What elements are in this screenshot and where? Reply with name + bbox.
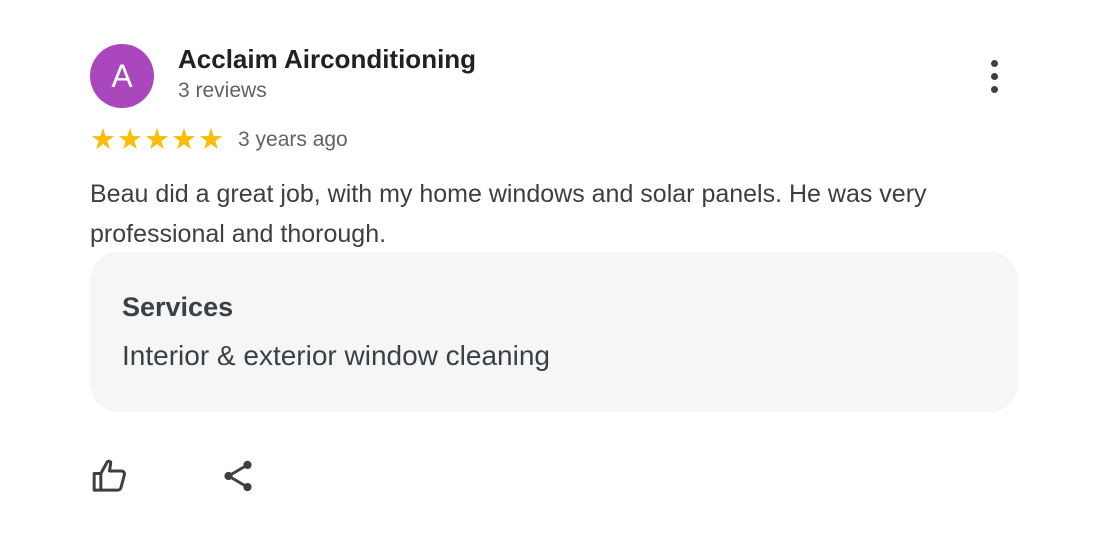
author-name[interactable]: Acclaim Airconditioning xyxy=(178,44,476,75)
services-title: Services xyxy=(122,292,234,322)
more-vert-icon xyxy=(990,59,998,67)
star-rating: ★ ★ ★ ★ ★ xyxy=(90,124,224,156)
review-time: 3 years ago xyxy=(238,128,348,151)
review-text: Beau did a great job, with my home windo… xyxy=(90,180,927,248)
share-icon xyxy=(224,460,252,492)
avatar-letter: A xyxy=(111,57,133,94)
like-button[interactable] xyxy=(86,452,134,500)
more-vert-icon-dot xyxy=(990,85,998,93)
star-icon: ★ xyxy=(198,124,224,156)
more-options-button[interactable] xyxy=(976,56,1012,96)
thumb-up-icon xyxy=(92,459,126,492)
review-count[interactable]: 3 reviews xyxy=(178,79,267,103)
star-icon: ★ xyxy=(144,124,170,156)
rating-row: ★ ★ ★ ★ ★ 3 years ago xyxy=(90,124,348,156)
star-icon: ★ xyxy=(117,124,143,156)
services-value: Interior & exterior window cleaning xyxy=(122,340,550,371)
avatar[interactable]: A xyxy=(90,44,154,108)
services-card: Services Interior & exterior window clea… xyxy=(90,252,1018,412)
star-icon: ★ xyxy=(90,124,116,156)
share-button[interactable] xyxy=(214,452,262,500)
star-icon: ★ xyxy=(171,124,197,156)
more-vert-icon-dot xyxy=(990,72,998,80)
